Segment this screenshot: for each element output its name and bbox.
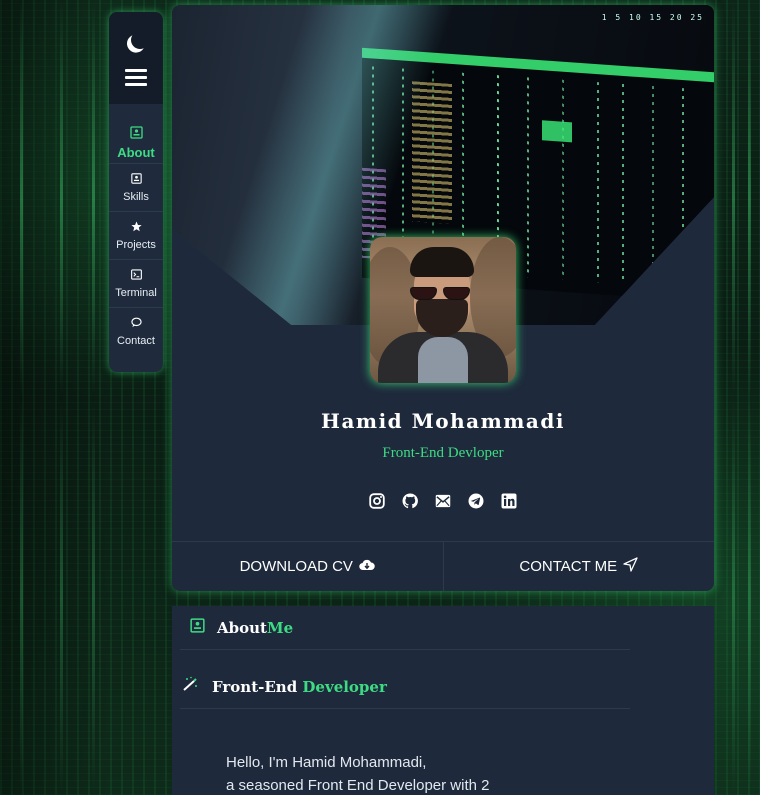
sidebar-top xyxy=(109,12,163,104)
sidebar-item-contact[interactable]: Contact xyxy=(109,308,163,356)
subheading-row: Front-End Developer xyxy=(180,665,630,709)
matrix-column xyxy=(732,0,735,795)
sidebar-item-label: Contact xyxy=(117,335,155,347)
sidebar-item-label: Projects xyxy=(116,238,156,251)
linkedin-icon[interactable] xyxy=(501,493,517,509)
terminal-icon xyxy=(130,268,142,283)
profile-actions: DOWNLOAD CV CONTACT ME xyxy=(172,541,714,591)
matrix-column xyxy=(748,0,751,795)
matrix-column xyxy=(20,0,23,795)
download-cv-label: DOWNLOAD CV xyxy=(239,558,353,575)
social-links xyxy=(172,493,714,509)
profile-role: Front-End Devloper xyxy=(382,445,504,461)
about-line: a seasoned Front End Developer with 2 xyxy=(226,777,490,794)
about-paragraph: Hello, I'm Hamid Mohammadi, a seasoned F… xyxy=(226,751,490,795)
sidebar-item-about[interactable]: About xyxy=(109,104,163,164)
id-card-icon xyxy=(190,617,205,638)
sidebar-item-skills[interactable]: Skills xyxy=(109,164,163,212)
star-icon xyxy=(130,220,142,235)
github-icon[interactable] xyxy=(402,493,418,509)
sidebar-item-label: Skills xyxy=(123,190,149,203)
magic-wand-icon xyxy=(182,676,200,697)
subheading: Front-End Developer xyxy=(212,677,387,696)
cloud-download-icon xyxy=(359,558,375,575)
profile-card: 1 5 10 15 20 25 Hamid Mohammadi Front-En… xyxy=(172,5,714,591)
sidebar: About Skills Projects Terminal Contact xyxy=(109,12,163,372)
id-card-icon xyxy=(129,125,143,141)
about-section: AboutMe Front-End Developer Hello, I'm H… xyxy=(172,606,714,795)
avatar xyxy=(370,237,516,383)
contact-me-label: CONTACT ME xyxy=(519,558,618,575)
sidebar-item-terminal[interactable]: Terminal xyxy=(109,260,163,308)
email-icon[interactable] xyxy=(435,493,451,509)
id-card-icon xyxy=(130,172,142,187)
send-arrow-icon xyxy=(623,557,638,576)
instagram-icon[interactable] xyxy=(369,493,385,509)
matrix-column xyxy=(92,0,95,795)
matrix-column xyxy=(60,0,63,795)
contact-me-button[interactable]: CONTACT ME xyxy=(444,542,715,591)
about-heading: AboutMe xyxy=(217,618,294,637)
sidebar-item-projects[interactable]: Projects xyxy=(109,212,163,260)
chat-bubble-icon xyxy=(130,317,142,331)
sidebar-item-label: About xyxy=(117,144,155,160)
about-heading-row: AboutMe xyxy=(180,606,630,650)
moon-icon[interactable] xyxy=(128,28,151,51)
profile-name: Hamid Mohammadi xyxy=(321,409,565,433)
telegram-icon[interactable] xyxy=(468,493,484,509)
sidebar-item-label: Terminal xyxy=(115,286,157,299)
hamburger-icon[interactable] xyxy=(125,68,147,86)
about-line: Hello, I'm Hamid Mohammadi, xyxy=(226,754,427,771)
download-cv-button[interactable]: DOWNLOAD CV xyxy=(172,542,444,591)
